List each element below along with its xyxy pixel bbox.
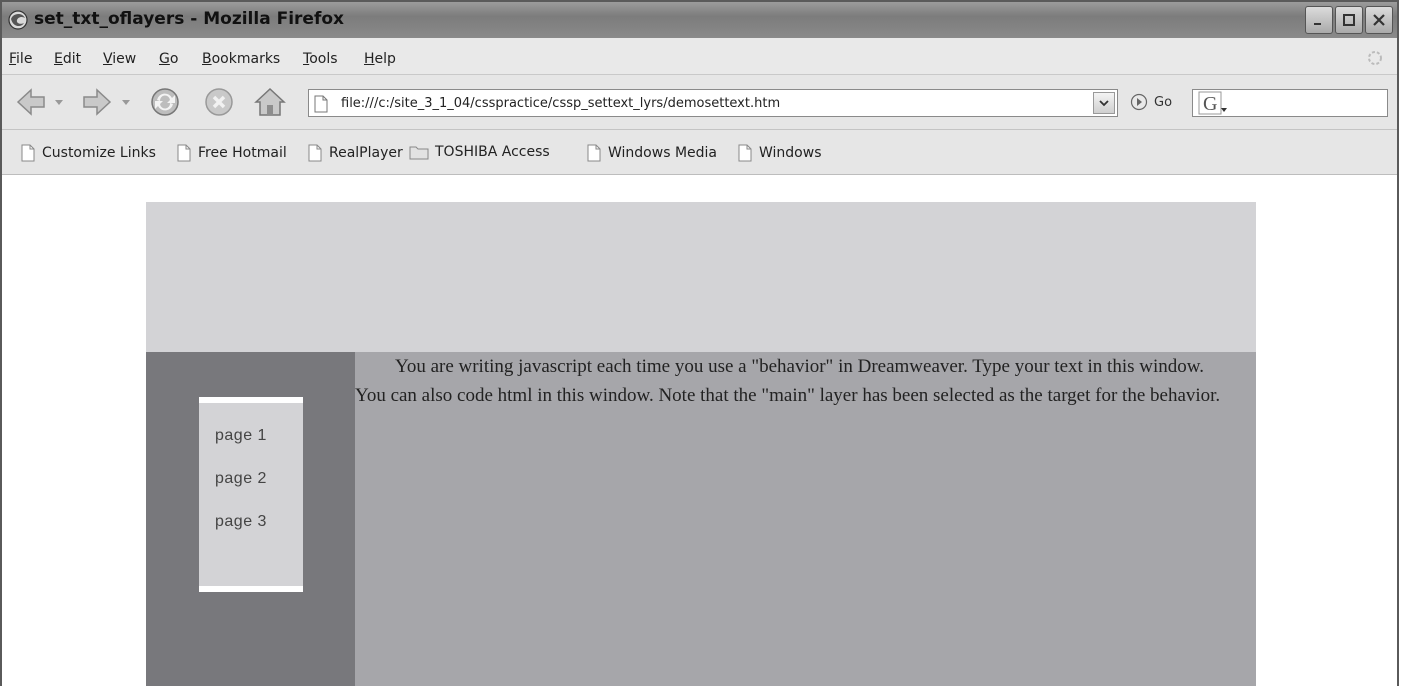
page-icon <box>314 95 328 113</box>
nav-link-page-3[interactable]: page 3 <box>215 513 267 531</box>
go-arrow-icon <box>1130 93 1148 111</box>
url-dropdown-button[interactable] <box>1093 92 1115 114</box>
stop-icon[interactable] <box>202 85 236 119</box>
bookmark-toshiba-access[interactable]: TOSHIBA Access <box>409 144 550 160</box>
maximize-button[interactable] <box>1335 6 1363 34</box>
minimize-button[interactable] <box>1305 6 1333 34</box>
bookmark-customize-links[interactable]: Customize Links <box>20 144 156 162</box>
close-icon <box>1373 14 1385 26</box>
search-box[interactable]: G <box>1192 89 1388 117</box>
bookmark-label: Free Hotmail <box>198 145 287 161</box>
forward-dropdown-icon[interactable] <box>121 97 131 107</box>
maximize-icon <box>1343 14 1355 26</box>
banner-layer <box>146 202 1256 352</box>
url-text[interactable]: file:///c:/site_3_1_04/csspractice/cssp_… <box>341 96 780 111</box>
menu-tools[interactable]: Tools <box>303 51 338 67</box>
back-arrow-icon[interactable] <box>14 85 48 119</box>
nav-menu: page 1 page 2 page 3 <box>199 397 303 592</box>
nav-link-page-2[interactable]: page 2 <box>215 470 267 488</box>
bookmark-label: Customize Links <box>42 145 156 161</box>
folder-icon <box>409 146 429 160</box>
url-bar[interactable]: file:///c:/site_3_1_04/csspractice/cssp_… <box>308 89 1118 117</box>
window-controls <box>1305 6 1393 34</box>
throbber-icon <box>1368 51 1382 65</box>
page-content: page 1 page 2 page 3 You are writing jav… <box>2 175 1397 686</box>
menu-edit[interactable]: Edit <box>54 51 81 67</box>
menu-file[interactable]: File <box>9 51 32 67</box>
bookmark-label: RealPlayer <box>329 145 403 161</box>
bookmark-label: Windows Media <box>608 145 717 161</box>
home-icon[interactable] <box>252 85 288 119</box>
nav-link-page-1[interactable]: page 1 <box>215 427 267 445</box>
bookmarks-toolbar: Customize Links Free Hotmail RealPlayer … <box>2 130 1397 175</box>
page-icon <box>738 144 752 162</box>
chevron-down-icon <box>1099 100 1109 107</box>
go-button[interactable]: Go <box>1130 93 1172 111</box>
page-icon <box>21 144 35 162</box>
main-text: You are writing javascript each time you… <box>355 356 1221 406</box>
main-layer: You are writing javascript each time you… <box>355 352 1256 686</box>
go-label: Go <box>1154 94 1173 110</box>
menu-view[interactable]: View <box>103 51 136 67</box>
bookmark-realplayer[interactable]: RealPlayer <box>307 144 403 162</box>
close-button[interactable] <box>1365 6 1393 34</box>
back-dropdown-icon[interactable] <box>54 97 64 107</box>
sidebar-layer: page 1 page 2 page 3 <box>146 352 355 686</box>
window-title: set_txt_oflayers - Mozilla Firefox <box>34 9 344 29</box>
reload-icon[interactable] <box>148 85 182 119</box>
page-icon <box>177 144 191 162</box>
page-icon <box>308 144 322 162</box>
navigation-toolbar: file:///c:/site_3_1_04/csspractice/cssp_… <box>2 75 1397 130</box>
bookmark-windows[interactable]: Windows <box>737 144 822 162</box>
menu-help[interactable]: Help <box>364 51 396 67</box>
bookmark-free-hotmail[interactable]: Free Hotmail <box>176 144 287 162</box>
bookmark-label: Windows <box>759 145 822 161</box>
svg-text:G: G <box>1203 93 1217 115</box>
page-icon <box>587 144 601 162</box>
menu-bar: File Edit View Go Bookmarks Tools Help <box>2 38 1397 75</box>
bookmark-windows-media[interactable]: Windows Media <box>586 144 717 162</box>
forward-arrow-icon[interactable] <box>80 85 114 119</box>
title-bar: set_txt_oflayers - Mozilla Firefox <box>2 2 1397 38</box>
minimize-icon <box>1314 23 1321 25</box>
menu-bookmarks[interactable]: Bookmarks <box>202 51 280 67</box>
bookmark-label: TOSHIBA Access <box>435 144 550 160</box>
firefox-icon <box>8 10 28 30</box>
google-search-engine-icon[interactable]: G <box>1197 90 1233 116</box>
menu-go[interactable]: Go <box>159 51 178 67</box>
browser-window: set_txt_oflayers - Mozilla Firefox File … <box>0 0 1399 686</box>
